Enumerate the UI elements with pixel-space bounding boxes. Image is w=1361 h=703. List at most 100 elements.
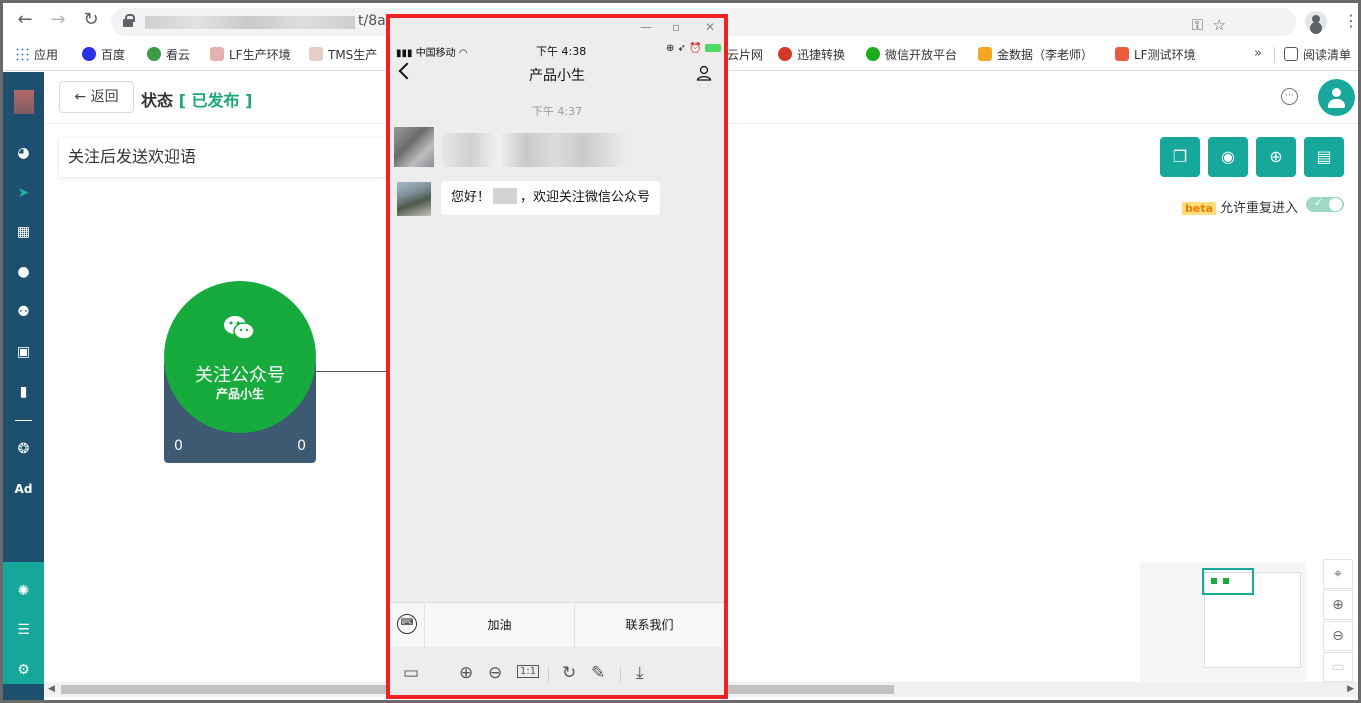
state-label: 状态 [141, 91, 174, 110]
forward-arrow-icon[interactable]: → [48, 10, 68, 30]
keyboard-icon[interactable]: ⌨ [397, 614, 417, 634]
bookmark-lf-test[interactable]: LF测试环境 [1115, 47, 1196, 63]
lock-icon[interactable]: ▭ [1323, 652, 1353, 682]
layout-icon[interactable]: ▦ [3, 222, 44, 242]
state-value: 已发布 [191, 91, 240, 110]
layout-button[interactable]: ▤ [1304, 137, 1344, 177]
message-suffix: ，欢迎关注微信公众号 [520, 190, 651, 205]
node-count-left: 0 [174, 438, 183, 454]
minimize-icon[interactable]: — [640, 20, 652, 34]
bookmark-xunjie[interactable]: 迅捷转换 [778, 47, 845, 63]
app-logo[interactable] [14, 90, 34, 114]
custom-menu-bar: ⌨ 加油 联系我们 [390, 602, 724, 648]
users-icon[interactable]: ⚉ [3, 302, 44, 322]
key-icon[interactable]: ⚿ ☆ [1192, 16, 1226, 34]
target-icon: ◉ [1221, 147, 1235, 166]
battery-icon [704, 44, 721, 52]
automation-icon[interactable]: ✺ [3, 581, 44, 601]
lf-test-icon [1115, 47, 1129, 61]
minimap-node [1223, 578, 1229, 584]
settings-icon[interactable]: ⚙ [3, 660, 44, 680]
jinshuju-icon [978, 47, 992, 61]
kanyun-icon [147, 47, 161, 61]
apps-grid-icon [15, 47, 29, 61]
minimap-node [1211, 578, 1217, 584]
phone-preview-window[interactable]: — ▫ ✕ ▮▮▮ 中国移动 ◠ 下午 4:38 ⊕ ➶ ⏰ 产品小生 下午 4… [386, 14, 728, 699]
signal-icon: ▮▮▮ [396, 48, 416, 59]
close-icon[interactable]: ✕ [705, 20, 715, 34]
chat-timestamp: 下午 4:37 [531, 105, 583, 118]
add-icon: ⊕ [1269, 147, 1283, 166]
zoom-in-icon[interactable]: ⊕ [1323, 590, 1353, 620]
user-profile-icon[interactable] [696, 65, 712, 81]
minimap[interactable] [1140, 562, 1306, 682]
screen: ← → ↻ t/8a ⚿ ☆ ⋮ 应用 百度 看云 LF生产环境 TMS生产 云… [0, 0, 1361, 703]
menu-dots-icon[interactable]: ⋮ [1343, 11, 1358, 30]
reading-list-icon [1284, 47, 1298, 61]
chat-icon[interactable]: ··· [1281, 88, 1298, 105]
minimap-viewport[interactable] [1202, 568, 1254, 595]
back-button[interactable]: ← 返回 [59, 81, 134, 113]
lf-prod-icon [210, 47, 224, 61]
flow-connector [316, 371, 388, 372]
phone-status-icons: ⊕ ➶ ⏰ [666, 43, 721, 54]
welcome-message: 您好！ ，欢迎关注微信公众号 [397, 180, 717, 216]
download-icon[interactable]: ⤓ [636, 663, 644, 683]
profile-icon[interactable] [1305, 11, 1327, 33]
wechat-icon[interactable]: ❂ [3, 439, 44, 459]
welcome-step-title[interactable]: 关注后发送欢迎语 [59, 137, 399, 177]
locate-icon[interactable]: ⌖ [1323, 559, 1353, 589]
edit-icon[interactable]: ✎ [591, 663, 605, 683]
zoom-out-icon[interactable]: ⊖ [488, 663, 502, 683]
bookmark-baidu[interactable]: 百度 [82, 47, 125, 63]
scroll-right-arrow[interactable]: ▶ [1347, 682, 1354, 697]
copy-icon: ❐ [1172, 147, 1188, 166]
redacted-bubble [442, 133, 630, 167]
bookmark-apps[interactable]: 应用 [15, 47, 58, 63]
trigger-node[interactable]: 关注公众号 产品小生 [164, 281, 316, 433]
zoom-in-icon[interactable]: ⊕ [459, 663, 473, 683]
bar-chart-icon[interactable]: ▮ [3, 382, 44, 402]
ad-icon[interactable]: Ad [3, 479, 44, 499]
server-icon[interactable]: ☰ [3, 620, 44, 640]
toolbar-divider [620, 667, 621, 683]
more-bookmarks-icon[interactable]: » [1254, 46, 1262, 61]
phone-status-bar: ▮▮▮ 中国移动 ◠ 下午 4:38 ⊕ ➶ ⏰ [390, 42, 724, 59]
repeat-entry-toggle[interactable]: ✓ [1306, 196, 1344, 212]
contact-book-icon[interactable]: ▣ [3, 342, 44, 362]
bookmark-lf-prod[interactable]: LF生产环境 [210, 47, 291, 63]
dashboard-icon[interactable]: ◕ [3, 143, 44, 163]
rotate-icon[interactable]: ↻ [562, 663, 576, 683]
copy-button[interactable]: ❐ [1160, 137, 1200, 177]
url-text: t/8a [358, 13, 386, 29]
back-arrow-icon[interactable]: ← [15, 10, 35, 30]
send-icon[interactable]: ➤ [3, 183, 44, 203]
phone-time: 下午 4:38 [536, 45, 587, 58]
bookmark-wechat-open[interactable]: 微信开放平台 [866, 47, 957, 63]
menu-item-jiayou[interactable]: 加油 [424, 603, 574, 648]
reload-icon[interactable]: ↻ [81, 10, 101, 30]
bookmark-yunpian[interactable]: 云片网 [727, 47, 763, 63]
layout-icon[interactable]: ▭ [403, 663, 419, 683]
add-button[interactable]: ⊕ [1256, 137, 1296, 177]
official-account-avatar [397, 182, 431, 216]
zoom-out-icon[interactable]: ⊖ [1323, 621, 1353, 651]
user-icon[interactable]: ● [3, 262, 44, 282]
menu-item-contact[interactable]: 联系我们 [574, 603, 724, 648]
sidebar-divider [15, 420, 32, 421]
wechat-icon [224, 316, 254, 340]
back-button-label: 返回 [90, 89, 119, 105]
beta-badge: beta [1182, 202, 1217, 215]
bookmark-kanyun[interactable]: 看云 [147, 47, 190, 63]
target-button[interactable]: ◉ [1208, 137, 1248, 177]
repeat-entry-setting: beta 允许重复进入 [1182, 197, 1298, 216]
actual-size-icon[interactable]: 1:1 [517, 665, 540, 678]
bookmark-jinshuju[interactable]: 金数据（李老师） [978, 47, 1093, 63]
avatar[interactable] [1318, 79, 1355, 116]
reading-list[interactable]: 阅读清单 [1284, 47, 1351, 63]
node-count-right: 0 [297, 438, 306, 454]
scroll-left-arrow[interactable]: ◀ [48, 682, 55, 697]
bookmark-tms-prod[interactable]: TMS生产 [309, 47, 377, 63]
repeat-entry-label: 允许重复进入 [1220, 201, 1299, 216]
maximize-icon[interactable]: ▫ [672, 20, 680, 34]
